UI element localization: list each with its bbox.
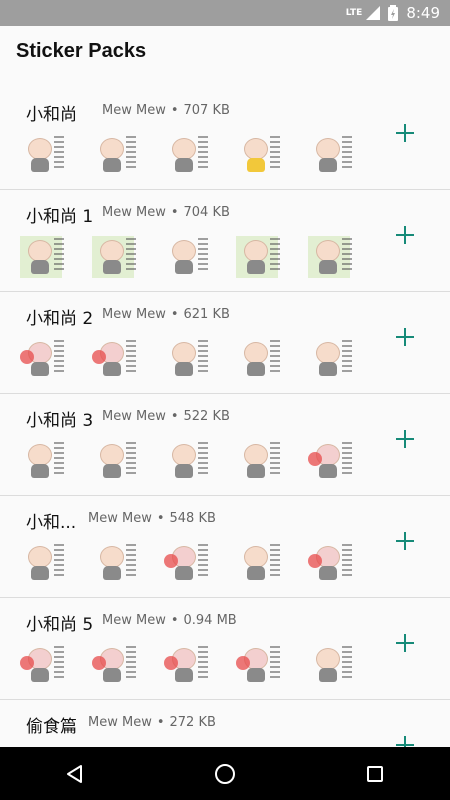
navigation-bar	[0, 747, 450, 800]
sticker-thumbnail	[20, 134, 64, 176]
pack-meta: Mew Mew • 0.94 MB	[102, 613, 237, 628]
pack-size: 0.94 MB	[183, 613, 237, 628]
clock: 8:49	[406, 4, 440, 22]
sticker-pack-item[interactable]: 偷食篇 Mew Mew • 272 KB	[0, 700, 450, 747]
pack-name: 小和...	[26, 513, 77, 533]
sticker-thumbnail	[92, 440, 136, 482]
sticker-thumbnail	[308, 236, 352, 278]
sticker-previews	[20, 644, 380, 686]
pack-meta: Mew Mew • 704 KB	[102, 205, 230, 220]
sticker-thumbnail	[92, 644, 136, 686]
sticker-pack-item[interactable]: 小和尚 5 Mew Mew • 0.94 MB	[0, 598, 450, 700]
sticker-thumbnail	[20, 440, 64, 482]
pack-author: Mew Mew	[102, 613, 166, 628]
pack-author: Mew Mew	[102, 205, 166, 220]
sticker-pack-item[interactable]: 小和尚 3 Mew Mew • 522 KB	[0, 394, 450, 496]
pack-size: 621 KB	[183, 307, 230, 322]
add-pack-plus-icon[interactable]	[394, 632, 416, 654]
sticker-thumbnail	[236, 542, 280, 584]
battery-icon	[388, 5, 399, 21]
sticker-thumbnail	[92, 542, 136, 584]
pack-author: Mew Mew	[102, 103, 166, 118]
pack-meta: Mew Mew • 548 KB	[88, 511, 216, 526]
sticker-thumbnail	[20, 542, 64, 584]
sticker-thumbnail	[236, 134, 280, 176]
status-bar: LTE 8:49	[0, 0, 450, 26]
pack-name: 小和尚 3	[26, 411, 94, 431]
separator-dot: •	[170, 613, 179, 628]
sticker-pack-list[interactable]: 小和尚 Mew Mew • 707 KB 小和尚 1 Mew Mew • 704 KB …	[0, 88, 450, 747]
separator-dot: •	[170, 409, 179, 424]
sticker-thumbnail	[164, 134, 208, 176]
recents-square-icon[interactable]	[345, 754, 405, 794]
separator-dot: •	[170, 205, 179, 220]
pack-size: 272 KB	[169, 715, 216, 730]
sticker-thumbnail	[164, 440, 208, 482]
home-circle-icon[interactable]	[195, 754, 255, 794]
sticker-thumbnail	[164, 644, 208, 686]
sticker-thumbnail	[164, 542, 208, 584]
sticker-previews	[20, 440, 380, 482]
sticker-pack-item[interactable]: 小和尚 Mew Mew • 707 KB	[0, 88, 450, 190]
sticker-pack-item[interactable]: 小和... Mew Mew • 548 KB	[0, 496, 450, 598]
pack-size: 522 KB	[183, 409, 230, 424]
signal-icon	[366, 6, 381, 20]
separator-dot: •	[156, 511, 165, 526]
pack-author: Mew Mew	[88, 715, 152, 730]
add-pack-plus-icon[interactable]	[394, 734, 416, 747]
pack-name: 小和尚 2	[26, 309, 94, 329]
pack-author: Mew Mew	[88, 511, 152, 526]
pack-name: 偷食篇	[26, 717, 77, 737]
sticker-thumbnail	[164, 236, 208, 278]
sticker-thumbnail	[20, 236, 64, 278]
sticker-previews	[20, 134, 380, 176]
add-pack-plus-icon[interactable]	[394, 326, 416, 348]
add-pack-plus-icon[interactable]	[394, 224, 416, 246]
sticker-thumbnail	[308, 134, 352, 176]
pack-name: 小和尚	[26, 105, 77, 125]
sticker-thumbnail	[20, 644, 64, 686]
sticker-thumbnail	[92, 134, 136, 176]
app-bar: Sticker Packs	[0, 26, 450, 76]
sticker-previews	[20, 236, 380, 278]
pack-meta: Mew Mew • 272 KB	[88, 715, 216, 730]
pack-meta: Mew Mew • 707 KB	[102, 103, 230, 118]
pack-size: 548 KB	[169, 511, 216, 526]
pack-author: Mew Mew	[102, 307, 166, 322]
sticker-thumbnail	[236, 338, 280, 380]
sticker-thumbnail	[164, 338, 208, 380]
pack-name: 小和尚 1	[26, 207, 94, 227]
sticker-pack-item[interactable]: 小和尚 1 Mew Mew • 704 KB	[0, 190, 450, 292]
network-type: LTE	[345, 8, 363, 18]
sticker-thumbnail	[236, 236, 280, 278]
separator-dot: •	[170, 307, 179, 322]
back-triangle-icon[interactable]	[45, 754, 105, 794]
add-pack-plus-icon[interactable]	[394, 530, 416, 552]
separator-dot: •	[156, 715, 165, 730]
sticker-thumbnail	[308, 542, 352, 584]
pack-meta: Mew Mew • 621 KB	[102, 307, 230, 322]
sticker-previews	[20, 542, 380, 584]
sticker-thumbnail	[308, 440, 352, 482]
sticker-thumbnail	[308, 644, 352, 686]
sticker-thumbnail	[20, 338, 64, 380]
pack-author: Mew Mew	[102, 409, 166, 424]
pack-size: 707 KB	[183, 103, 230, 118]
sticker-thumbnail	[236, 440, 280, 482]
add-pack-plus-icon[interactable]	[394, 428, 416, 450]
sticker-previews	[20, 338, 380, 380]
add-pack-plus-icon[interactable]	[394, 122, 416, 144]
separator-dot: •	[170, 103, 179, 118]
pack-size: 704 KB	[183, 205, 230, 220]
sticker-thumbnail	[92, 338, 136, 380]
page-title: Sticker Packs	[16, 39, 147, 62]
pack-meta: Mew Mew • 522 KB	[102, 409, 230, 424]
sticker-thumbnail	[92, 236, 136, 278]
pack-name: 小和尚 5	[26, 615, 94, 635]
sticker-pack-item[interactable]: 小和尚 2 Mew Mew • 621 KB	[0, 292, 450, 394]
sticker-thumbnail	[236, 644, 280, 686]
sticker-thumbnail	[308, 338, 352, 380]
